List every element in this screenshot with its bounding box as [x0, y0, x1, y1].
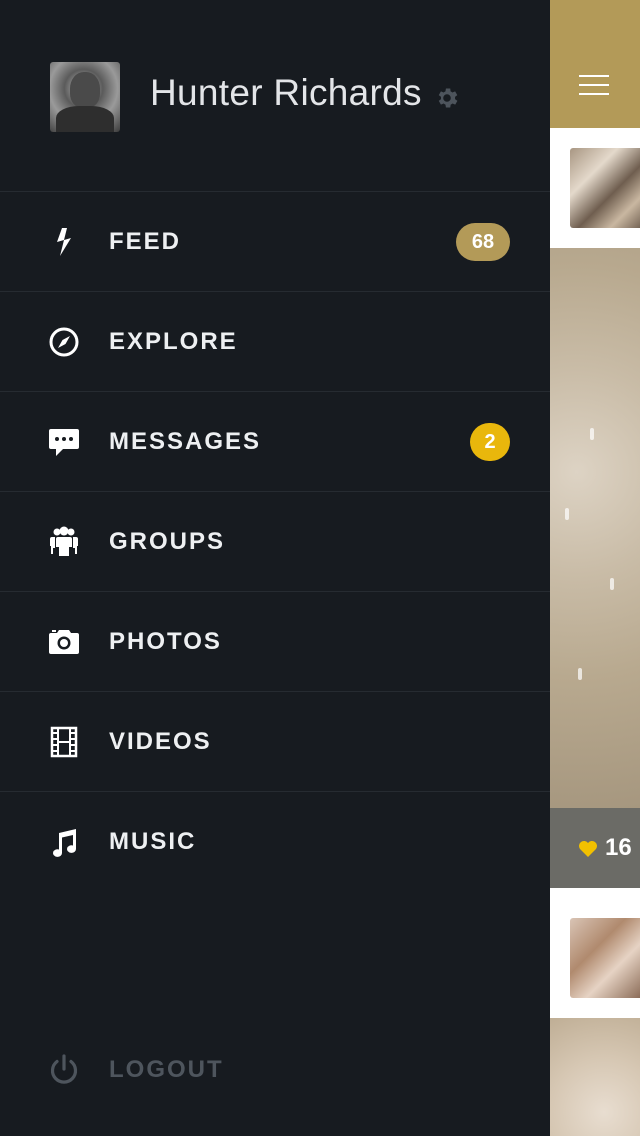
film-icon	[50, 726, 78, 758]
menu-item-label: FEED	[109, 228, 182, 255]
chat-bubble-icon	[49, 429, 79, 456]
navigation-drawer: Hunter Richards FEED 68 EXPLORE MESSAGES…	[0, 0, 550, 1136]
content-peek[interactable]: 16	[550, 0, 640, 1136]
logout-button[interactable]: LOGOUT	[0, 1030, 550, 1110]
menu-item-music[interactable]: MUSIC	[0, 792, 550, 892]
app-header	[550, 0, 640, 128]
menu-item-label: GROUPS	[109, 528, 226, 555]
menu-item-groups[interactable]: GROUPS	[0, 492, 550, 592]
menu-item-label: EXPLORE	[109, 328, 238, 355]
people-icon	[50, 526, 78, 556]
post-thumbnail[interactable]	[570, 918, 640, 998]
likes-bar: 16	[550, 808, 640, 888]
menu-item-videos[interactable]: VIDEOS	[0, 692, 550, 792]
compass-icon	[49, 327, 79, 357]
camera-icon	[49, 630, 79, 654]
power-icon	[50, 1054, 78, 1084]
post-card[interactable]	[550, 888, 640, 1018]
user-name[interactable]: Hunter Richards	[150, 72, 422, 114]
menu-item-messages[interactable]: MESSAGES 2	[0, 392, 550, 492]
notification-badge: 2	[470, 423, 510, 461]
profile-header: Hunter Richards	[0, 0, 550, 192]
notification-badge: 68	[456, 223, 510, 261]
menu-item-label: PHOTOS	[109, 628, 222, 655]
menu-item-feed[interactable]: FEED 68	[0, 192, 550, 292]
post-photo[interactable]	[550, 1018, 640, 1136]
gear-icon[interactable]	[434, 85, 460, 111]
avatar[interactable]	[50, 62, 120, 132]
menu-item-label: VIDEOS	[109, 728, 212, 755]
hamburger-menu-icon[interactable]	[579, 75, 609, 95]
lightning-icon	[57, 228, 71, 256]
post-photo[interactable]	[550, 248, 640, 808]
music-note-icon	[53, 829, 77, 857]
likes-count: 16	[605, 834, 632, 861]
post-thumbnail[interactable]	[570, 148, 640, 228]
menu-item-explore[interactable]: EXPLORE	[0, 292, 550, 392]
menu-item-label: MUSIC	[109, 828, 197, 855]
logout-label: LOGOUT	[109, 1056, 224, 1083]
menu-item-photos[interactable]: PHOTOS	[0, 592, 550, 692]
post-card[interactable]	[550, 128, 640, 248]
heart-icon[interactable]	[578, 840, 598, 858]
menu-item-label: MESSAGES	[109, 428, 262, 455]
